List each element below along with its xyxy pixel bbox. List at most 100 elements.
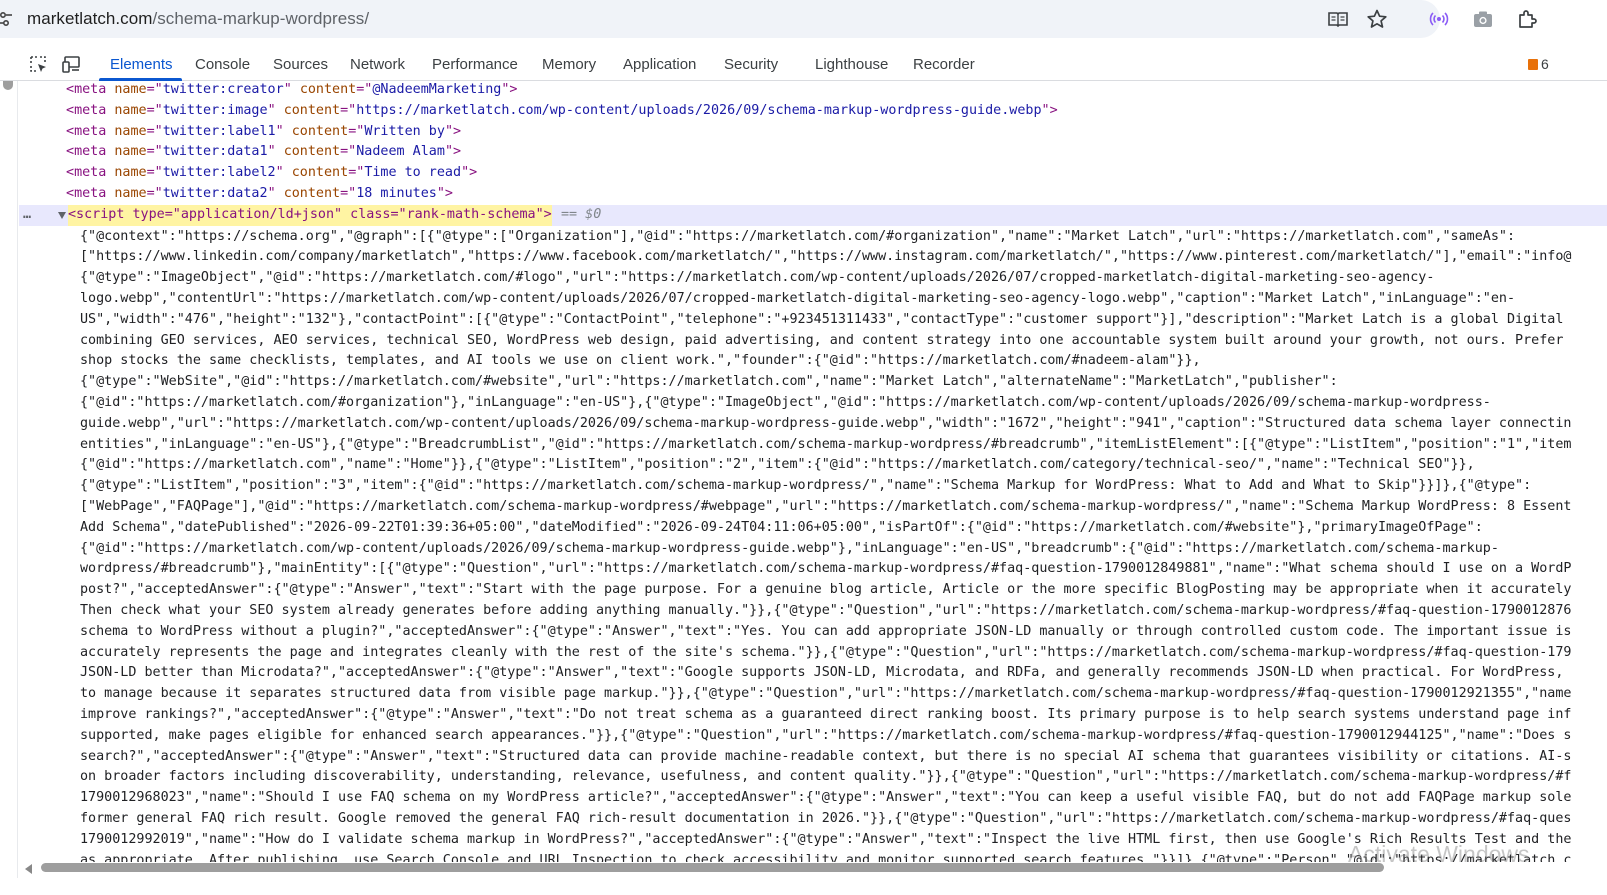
code-token: < <box>66 144 75 160</box>
json-ld-line[interactable]: search?","acceptedAnswer":{"@type":"Answ… <box>80 747 1571 768</box>
json-ld-line[interactable]: post?","acceptedAnswer":{"@type":"Answer… <box>80 580 1571 601</box>
code-token: < <box>66 123 75 139</box>
tab-elements[interactable]: Elements <box>110 56 173 73</box>
json-ld-line[interactable]: Add Schema","datePublished":"2026-09-22T… <box>80 518 1483 539</box>
json-ld-line[interactable]: wordpress/#breadcrumb"},"mainEntity":[{"… <box>80 559 1571 580</box>
code-token: " <box>283 82 292 97</box>
extensions-icon[interactable] <box>1516 8 1538 30</box>
json-ld-line[interactable]: {"@type":"ImageObject","@id":"https://ma… <box>80 268 1434 289</box>
code-token: "> <box>1041 102 1058 118</box>
devtools-toolbar: Elements Console Sources Network Perform… <box>0 48 1607 81</box>
selected-node-marker: == $0 <box>561 207 602 222</box>
meta-tag-line[interactable]: <meta name="twitter:creator" content="@N… <box>66 82 518 101</box>
selected-node-row[interactable]: … <script type="application/ld+json" cla… <box>19 205 1607 226</box>
json-ld-line[interactable]: guide.webp","url":"https://marketlatch.c… <box>80 414 1571 435</box>
code-token: name <box>114 165 147 181</box>
device-toolbar-icon[interactable] <box>62 54 82 74</box>
code-token: =" <box>340 144 357 160</box>
json-ld-line[interactable]: improve rankings?","acceptedAnswer":{"@t… <box>80 705 1571 726</box>
tab-lighthouse[interactable]: Lighthouse <box>815 56 888 73</box>
code-token: meta <box>74 82 107 97</box>
tab-security[interactable]: Security <box>724 56 778 73</box>
bookmark-star-icon[interactable] <box>1366 8 1388 30</box>
meta-tag-line[interactable]: <meta name="twitter:image" content="http… <box>66 101 1058 122</box>
url-text[interactable]: marketlatch.com/schema-markup-wordpress/ <box>27 9 369 29</box>
code-token: meta <box>74 165 107 181</box>
code-token: =" <box>146 144 163 160</box>
json-ld-line[interactable]: to manage because it separates structure… <box>80 684 1571 705</box>
code-token: "> <box>461 165 478 181</box>
json-ld-line[interactable]: accurately represents the page and integ… <box>80 643 1571 664</box>
activate-windows-watermark: Activate Windows <box>1348 841 1530 867</box>
code-token: "> <box>436 186 453 201</box>
meta-name-value: twitter:creator <box>162 82 284 97</box>
omnibox[interactable]: marketlatch.com/schema-markup-wordpress/ <box>0 0 1440 38</box>
script-tag-open[interactable]: <script type="application/ld+json" class… <box>68 205 552 226</box>
issues-counter[interactable]: 6 <box>1528 56 1549 72</box>
code-token: =" <box>146 123 163 139</box>
json-ld-line[interactable]: {"@id":"https://marketlatch.com","name":… <box>80 455 1475 476</box>
code-token: < <box>66 186 75 201</box>
tab-application[interactable]: Application <box>623 56 696 73</box>
code-token: content <box>283 186 341 201</box>
code-token: " <box>267 186 276 201</box>
json-ld-line[interactable]: 1790012968023","name":"Should I use FAQ … <box>80 788 1571 809</box>
code-token: < <box>66 165 75 181</box>
json-ld-line[interactable]: logo.webp","contentUrl":"https://marketl… <box>80 289 1515 310</box>
json-ld-line[interactable]: combining GEO services, AEO services, te… <box>80 331 1563 352</box>
meta-tag-line[interactable]: <meta name="twitter:data1" content="Nade… <box>66 142 461 163</box>
json-ld-line[interactable]: on broader factors including discoverabi… <box>80 767 1571 788</box>
reader-mode-icon[interactable] <box>1327 8 1349 30</box>
json-ld-line[interactable]: entities","inLanguage":"en-US"},{"@type"… <box>80 435 1571 456</box>
code-token: "> <box>444 123 462 139</box>
tune-icon[interactable] <box>0 11 12 27</box>
json-ld-line[interactable]: {"@id":"https://marketlatch.com/wp-conte… <box>80 539 1499 560</box>
issue-flag-icon <box>1528 59 1538 70</box>
json-ld-line[interactable]: {"@type":"ListItem","position":"3","item… <box>80 476 1531 497</box>
active-tab-indicator <box>99 78 182 81</box>
window-bottom-edge <box>0 878 1607 895</box>
issues-count: 6 <box>1541 56 1549 72</box>
horizontal-scrollbar-thumb[interactable] <box>41 863 1384 872</box>
json-ld-line[interactable]: supported, make pages eligible for enhan… <box>80 726 1571 747</box>
json-ld-line[interactable]: {"@id":"https://marketlatch.com/#organiz… <box>80 393 1491 414</box>
tab-network[interactable]: Network <box>350 56 405 73</box>
meta-tag-line[interactable]: <meta name="twitter:label2" content="Tim… <box>66 163 477 184</box>
json-ld-line[interactable]: Then check what your SEO system already … <box>80 601 1571 622</box>
code-token: meta <box>74 102 107 118</box>
code-token: "> <box>501 82 518 97</box>
tab-console[interactable]: Console <box>195 56 250 73</box>
json-ld-line[interactable]: ["WebPage","FAQPage"],"@id":"https://mar… <box>80 497 1571 518</box>
tab-sources[interactable]: Sources <box>273 56 328 73</box>
inspect-element-icon[interactable] <box>28 54 48 74</box>
more-actions-icon[interactable]: … <box>23 205 31 226</box>
tab-performance[interactable]: Performance <box>432 56 518 73</box>
broadcast-icon[interactable] <box>1428 8 1450 30</box>
code-token: =" <box>146 102 163 118</box>
json-ld-line[interactable]: {"@type":"WebSite","@id":"https://market… <box>80 372 1338 393</box>
meta-name-value: twitter:data2 <box>162 186 268 201</box>
code-token: "> <box>444 144 462 160</box>
code-token: meta <box>74 186 107 201</box>
meta-tag-line[interactable]: <meta name="twitter:data2" content="18 m… <box>66 184 453 205</box>
scroll-left-arrow-icon[interactable] <box>25 864 32 874</box>
json-ld-line[interactable]: ["https://www.linkedin.com/company/marke… <box>80 247 1571 268</box>
json-ld-line[interactable]: shop stocks the same checklists, templat… <box>80 351 1201 372</box>
tab-memory[interactable]: Memory <box>542 56 596 73</box>
url-host: marketlatch.com <box>27 9 153 28</box>
expand-triangle-icon[interactable] <box>58 212 66 219</box>
meta-content-value: Written by <box>364 123 445 139</box>
camera-icon[interactable] <box>1472 8 1494 30</box>
json-ld-line[interactable]: {"@context":"https://schema.org","@graph… <box>80 227 1515 248</box>
tab-recorder[interactable]: Recorder <box>913 56 975 73</box>
meta-tag-line[interactable]: <meta name="twitter:label1" content="Wri… <box>66 122 461 143</box>
json-ld-line[interactable]: schema to WordPress without a plugin?","… <box>80 622 1571 643</box>
code-token: name <box>114 102 147 118</box>
json-ld-line[interactable]: JSON-LD better than Microdata?","accepte… <box>80 663 1563 684</box>
json-ld-line[interactable]: former general FAQ rich result. Google r… <box>80 809 1571 830</box>
browser-address-bar: marketlatch.com/schema-markup-wordpress/ <box>0 0 1607 40</box>
json-ld-line[interactable]: US","width":"476","height":"132"},"conta… <box>80 310 1563 331</box>
